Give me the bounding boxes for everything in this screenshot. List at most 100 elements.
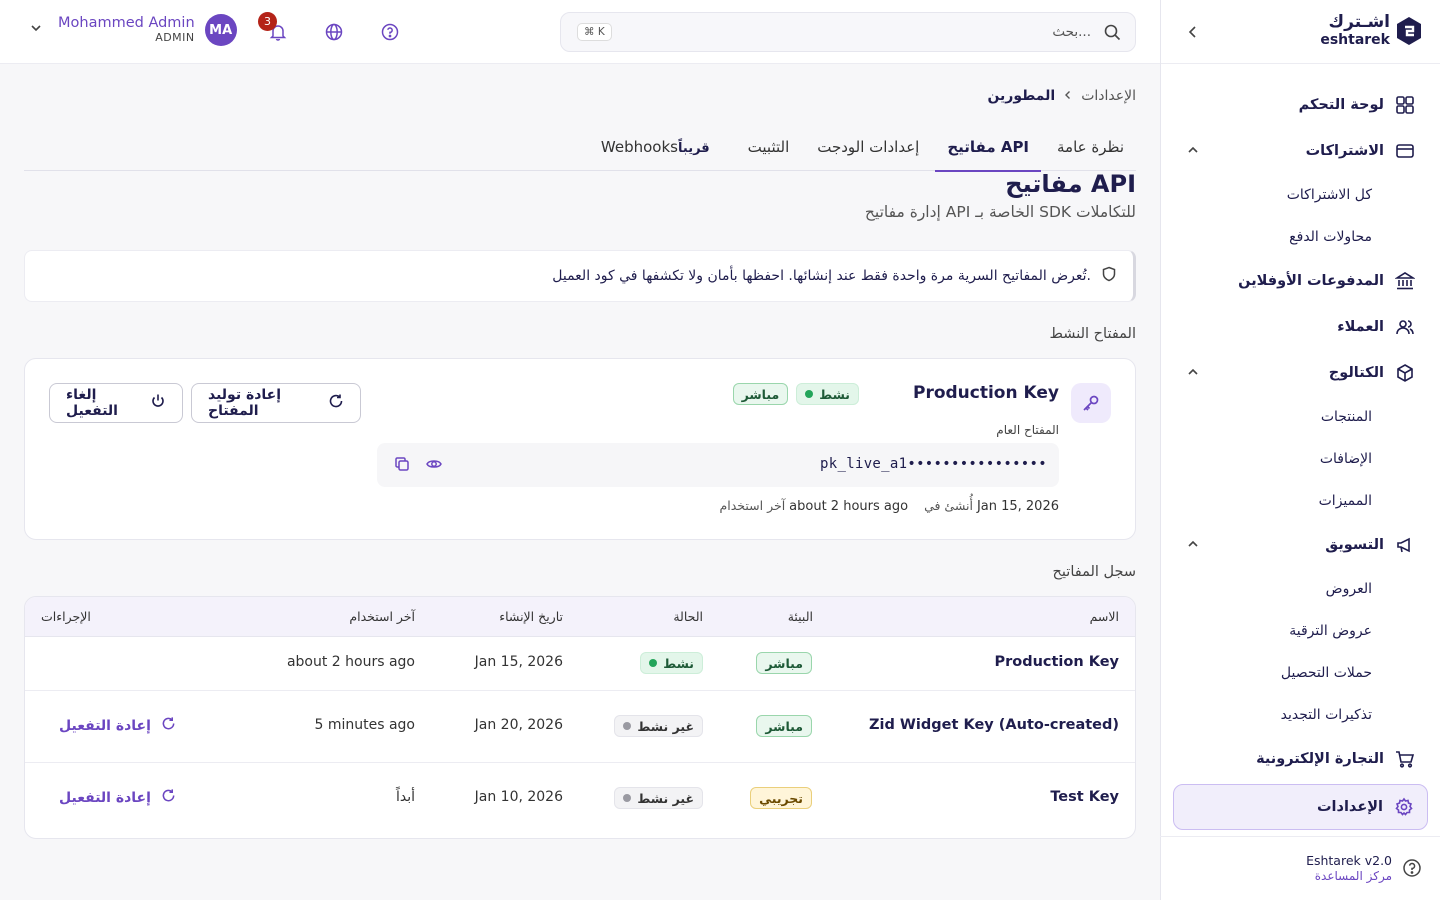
chevron-up-icon[interactable]: [1187, 144, 1199, 160]
search-input[interactable]: بحث...: [1052, 24, 1091, 40]
last-used-value: about 2 hours ago: [789, 499, 909, 514]
logo-arabic: اشـترك: [1328, 12, 1390, 32]
search-shortcut-hint: ⌘ K: [577, 23, 612, 41]
reactivate-button[interactable]: إعادة التفعيل: [59, 788, 176, 807]
chevron-down-icon[interactable]: [30, 22, 54, 38]
notification-count-badge: 3: [258, 12, 277, 31]
active-key-meta: أُنشئ في Jan 15, 2026 آخر استخدام about …: [720, 498, 1059, 514]
environment-badge: مباشر: [756, 652, 812, 674]
sidebar-nav: لوحة التحكم الاشتراكات كل الاشتراكات محا…: [1161, 64, 1440, 830]
last-used-label: آخر استخدام: [719, 498, 786, 513]
search-box[interactable]: بحث... ⌘ K: [560, 12, 1136, 52]
globe-icon[interactable]: [322, 20, 346, 44]
logo-english: eshtarek: [1320, 32, 1390, 48]
column-header-last-used: آخر استخدام: [349, 609, 415, 624]
tabs: نظرة عامة مفاتيح API إعدادات الودجت التث…: [24, 132, 1136, 172]
environment-badge: تجريبي: [750, 787, 812, 809]
sidebar-item-label: لوحة التحكم: [1298, 97, 1384, 113]
row-created-date: Jan 15, 2026: [474, 654, 563, 670]
logo-mark-icon: [1397, 16, 1421, 45]
shield-icon: [1101, 266, 1119, 286]
column-header-status: الحالة: [673, 609, 703, 624]
created-label: أُنشئ في: [924, 498, 973, 513]
help-center-link[interactable]: مركز المساعدة: [1306, 869, 1392, 885]
help-circle-icon[interactable]: [1402, 858, 1424, 880]
users-icon: [1394, 316, 1416, 338]
sidebar-subitem-dunning[interactable]: حملات التحصيل: [1161, 652, 1440, 694]
sidebar-item-catalog[interactable]: الكتالوج: [1161, 350, 1440, 396]
sidebar-item-label: المدفوعات الأوفلاين: [1238, 273, 1384, 289]
sidebar-subitem-offers[interactable]: العروض: [1161, 568, 1440, 610]
eye-icon[interactable]: [425, 455, 443, 473]
sidebar-subitem-payment-attempts[interactable]: محاولات الدفع: [1161, 216, 1440, 258]
sidebar-subitem-products[interactable]: المنتجات: [1161, 396, 1440, 438]
tab-webhooks[interactable]: Webhooksقريباً: [589, 132, 732, 171]
breadcrumb-settings[interactable]: الإعدادات: [1081, 88, 1136, 104]
sidebar-subitem-all-subscriptions[interactable]: كل الاشتراكات: [1161, 174, 1440, 216]
table-row: Test Key تجريبي غير نشط Jan 10, 2026 أبد…: [25, 763, 1135, 835]
refresh-icon: [328, 393, 344, 413]
copy-icon[interactable]: [393, 455, 411, 473]
tab-api-keys[interactable]: مفاتيح API: [935, 132, 1041, 172]
sidebar-subitem-features[interactable]: المميزات: [1161, 480, 1440, 522]
sidebar-item-settings[interactable]: الإعدادات: [1173, 784, 1428, 830]
app-version: Eshtarek v2.0: [1306, 852, 1392, 868]
status-badge-label: غير نشط: [637, 718, 694, 734]
regenerate-key-button[interactable]: إعادة توليد المفتاح: [191, 383, 361, 423]
status-dot: [623, 794, 632, 802]
sidebar-item-customers[interactable]: العملاء: [1161, 304, 1440, 350]
tab-overview[interactable]: نظرة عامة: [1045, 132, 1136, 171]
tab-widget-settings[interactable]: إعدادات الودجت: [805, 132, 931, 171]
environment-badge: مباشر: [732, 383, 789, 405]
active-key-badges: نشط مباشر: [732, 383, 859, 405]
chevron-up-icon[interactable]: [1187, 366, 1199, 382]
created-value: Jan 15, 2026: [976, 499, 1059, 514]
row-last-used: أبداً: [395, 789, 415, 805]
help-icon[interactable]: [378, 20, 402, 44]
active-key-card: Production Key نشط مباشر المفتاح العام p…: [24, 358, 1136, 540]
sidebar-item-dashboard[interactable]: لوحة التحكم: [1161, 82, 1440, 128]
credit-card-icon: [1394, 140, 1416, 162]
cart-icon: [1394, 748, 1416, 770]
sidebar: اشـترك eshtarek لوحة التحكم الاشتراكات ك…: [1160, 0, 1440, 900]
sidebar-footer: Eshtarek v2.0 مركز المساعدة: [1160, 836, 1440, 900]
sidebar-collapse-chevron-icon[interactable]: [1181, 20, 1205, 44]
reactivate-label: إعادة التفعيل: [59, 717, 151, 734]
sidebar-item-subscriptions[interactable]: الاشتراكات: [1161, 128, 1440, 174]
user-menu[interactable]: Mohammed Admin ADMIN MA: [30, 14, 237, 46]
history-section-title: سجل المفاتيح: [1052, 564, 1136, 580]
status-badge-label: غير نشط: [637, 790, 694, 806]
active-key-name: Production Key: [912, 383, 1059, 403]
keys-history-table: الاسم البيئة الحالة تاريخ الإنشاء آخر اس…: [24, 596, 1136, 839]
status-badge: نشط: [640, 652, 703, 674]
public-key-value[interactable]: pk_live_a1••••••••••••••••: [820, 456, 1047, 472]
sidebar-subitem-addons[interactable]: الإضافات: [1161, 438, 1440, 480]
row-created-date: Jan 10, 2026: [474, 789, 563, 805]
gear-icon: [1393, 796, 1415, 818]
megaphone-icon: [1394, 534, 1416, 556]
sidebar-item-marketing[interactable]: التسويق: [1161, 522, 1440, 568]
sidebar-item-payouts[interactable]: المدفوعات الأوفلاين: [1161, 258, 1440, 304]
tab-webhooks-label: Webhooks: [600, 138, 678, 156]
column-header-environment: البيئة: [787, 609, 813, 624]
sidebar-item-ecommerce[interactable]: التجارة الإلكترونية: [1161, 736, 1440, 782]
tab-install[interactable]: التثبيت: [736, 132, 802, 171]
row-last-used: about 2 hours ago: [286, 654, 415, 670]
sidebar-item-label: التسويق: [1325, 537, 1384, 553]
public-key-field: pk_live_a1••••••••••••••••: [377, 443, 1059, 487]
avatar[interactable]: MA: [204, 14, 237, 46]
power-icon: [150, 393, 166, 413]
chevron-up-icon[interactable]: [1187, 538, 1199, 554]
grid-icon: [1394, 94, 1416, 116]
row-key-name: Zid Widget Key (Auto-created): [869, 717, 1119, 733]
sidebar-subitem-upgrade-offers[interactable]: عروض الترقية: [1161, 610, 1440, 652]
deactivate-button[interactable]: إلغاء التفعيل: [49, 383, 183, 423]
sidebar-item-label: الاشتراكات: [1305, 143, 1384, 159]
sidebar-subitem-renewal-reminders[interactable]: تذكيرات التجديد: [1161, 694, 1440, 736]
status-badge: نشط: [796, 383, 859, 405]
logo[interactable]: اشـترك eshtarek: [1320, 14, 1422, 47]
user-role: ADMIN: [155, 31, 195, 45]
reactivate-button[interactable]: إعادة التفعيل: [59, 716, 176, 735]
status-dot: [623, 722, 632, 730]
status-badge-label: نشط: [819, 386, 850, 402]
